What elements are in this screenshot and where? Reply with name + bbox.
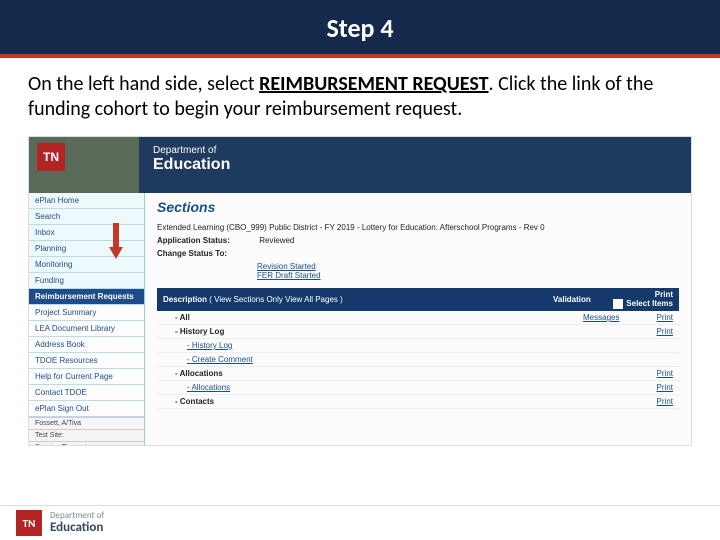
sidebar-item-3[interactable]: Planning [29, 241, 144, 257]
sidebar-item-10[interactable]: TDOE Resources [29, 353, 144, 369]
slide-footer: TN Department of Education [0, 505, 720, 540]
sidebar-item-13[interactable]: ePlan Sign Out [29, 401, 144, 417]
table-row: - AllMessagesPrint [157, 311, 679, 325]
step-title: Step 4 [326, 12, 393, 44]
table-row: - Allocations Print [157, 381, 679, 395]
change-status-link-0[interactable]: Revision Started [257, 262, 679, 271]
row-print[interactable]: Print [643, 383, 673, 392]
table-row: - History Log Print [157, 325, 679, 339]
embedded-screenshot: TN Department of Education ePlan HomeSea… [28, 136, 692, 446]
row-label: - All [163, 313, 583, 322]
instruction-text: On the left hand side, select REIMBURSEM… [0, 58, 720, 132]
table-row: - Contacts Print [157, 395, 679, 409]
sidebar-item-5[interactable]: Funding [29, 273, 144, 289]
sidebar-item-0[interactable]: ePlan Home [29, 193, 144, 209]
sidebar-item-6[interactable]: Reimbursement Requests [29, 289, 144, 305]
sidebar-item-4[interactable]: Monitoring [29, 257, 144, 273]
status-label: Application Status: [157, 236, 257, 245]
sidebar-user: Fossett, A/Tiva [29, 417, 144, 429]
row-messages[interactable]: Messages [583, 313, 643, 322]
slide-header: Step 4 [0, 0, 720, 54]
sidebar-item-8[interactable]: LEA Document Library [29, 321, 144, 337]
table-header: Description ( View Sections Only View Al… [157, 288, 679, 311]
sidebar-test: Test Site: [29, 429, 144, 441]
sidebar-timeout: Session Timeout [29, 441, 144, 446]
context-line: Extended Learning (CBO_999) Public Distr… [157, 223, 679, 232]
row-label[interactable]: - Allocations [163, 383, 583, 392]
row-label[interactable]: - History Log [163, 341, 583, 350]
change-status-label: Change Status To: [157, 249, 257, 258]
row-print[interactable]: Print [643, 327, 673, 336]
row-print[interactable]: Print [643, 369, 673, 378]
screenshot-header: TN Department of Education [29, 137, 691, 193]
table-row: - Allocations Print [157, 367, 679, 381]
sidebar: ePlan HomeSearchInboxPlanningMonitoringF… [29, 193, 145, 445]
emphasis: REIMBURSEMENT REQUEST [259, 72, 488, 96]
arrow-down-icon [109, 223, 123, 259]
status-value: Reviewed [259, 236, 294, 245]
checkbox-icon[interactable] [613, 299, 623, 309]
row-print[interactable]: Print [643, 313, 673, 322]
change-status-link-1[interactable]: FER Draft Started [257, 271, 679, 280]
footer-tn-icon: TN [16, 510, 42, 536]
sidebar-item-1[interactable]: Search [29, 209, 144, 225]
branding-block: Department of Education [139, 137, 691, 193]
sections-heading: Sections [157, 199, 679, 215]
tn-logo-icon: TN [37, 143, 65, 171]
table-row: - Create Comment [157, 353, 679, 367]
header-photo: TN [29, 137, 139, 193]
sidebar-item-9[interactable]: Address Book [29, 337, 144, 353]
main-content: Sections Extended Learning (CBO_999) Pub… [145, 193, 691, 445]
sidebar-item-2[interactable]: Inbox [29, 225, 144, 241]
row-print[interactable]: Print [643, 397, 673, 406]
row-label: - Contacts [163, 397, 583, 406]
sidebar-item-12[interactable]: Contact TDOE [29, 385, 144, 401]
row-label: - History Log [163, 327, 583, 336]
row-label[interactable]: - Create Comment [163, 355, 583, 364]
table-row: - History Log [157, 339, 679, 353]
row-label: - Allocations [163, 369, 583, 378]
sidebar-item-11[interactable]: Help for Current Page [29, 369, 144, 385]
sidebar-item-7[interactable]: Project Summary [29, 305, 144, 321]
